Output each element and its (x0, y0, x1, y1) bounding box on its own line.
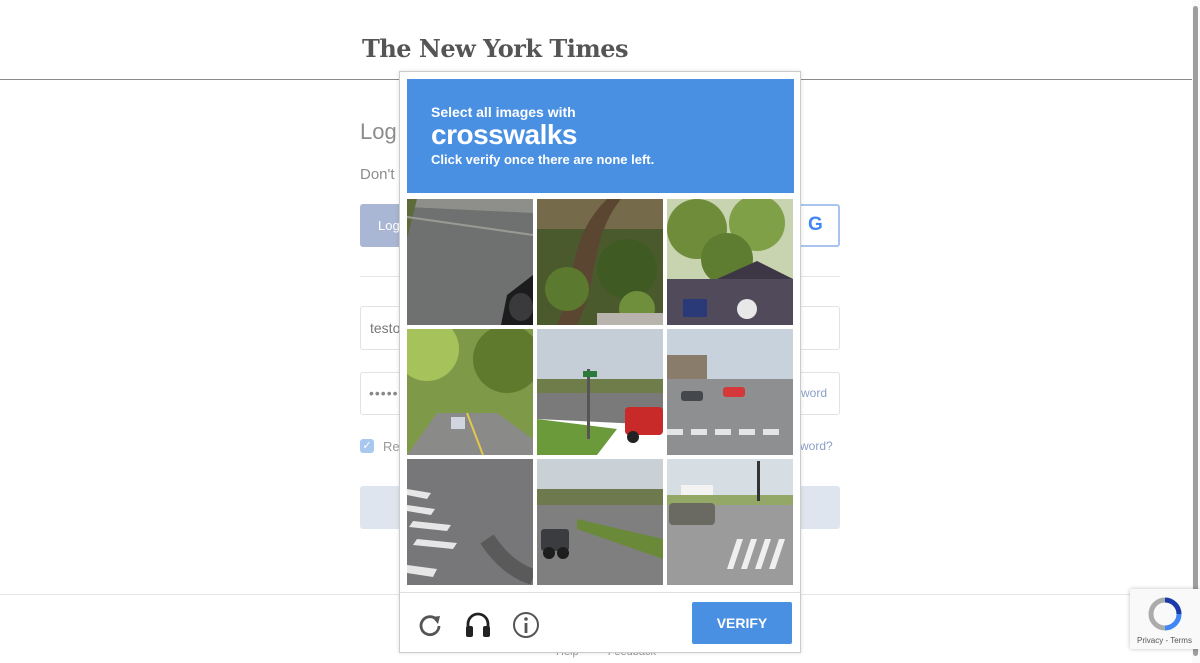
captcha-tile[interactable] (667, 329, 793, 455)
remember-me-label: Re (383, 439, 400, 454)
info-icon[interactable] (512, 611, 540, 639)
captcha-tile[interactable] (537, 459, 663, 585)
captcha-tile[interactable] (537, 199, 663, 325)
nyt-logo[interactable]: The New York Times (362, 34, 629, 63)
privacy-terms-link[interactable]: Privacy - Terms (1137, 636, 1192, 645)
verify-button[interactable]: VERIFY (692, 602, 792, 644)
recaptcha-logo-icon (1148, 597, 1182, 636)
captcha-tile[interactable] (407, 329, 533, 455)
challenge-target: crosswalks (431, 119, 578, 150)
scrollbar-thumb[interactable] (1193, 6, 1198, 656)
remember-me-checkbox[interactable]: ✓ (360, 439, 374, 453)
captcha-controls: VERIFY (400, 592, 800, 653)
sub-instruction: Click verify once there are none left. (431, 152, 655, 167)
captcha-instructions: Select all images with crosswalks Click … (407, 79, 794, 193)
captcha-challenge-dialog: Select all images with crosswalks Click … (399, 71, 801, 653)
no-account-text: Don't (360, 166, 395, 183)
captcha-tile[interactable] (667, 199, 793, 325)
captcha-tile[interactable] (407, 199, 533, 325)
captcha-tile[interactable] (667, 459, 793, 585)
captcha-tile[interactable] (407, 459, 533, 585)
show-password-link[interactable]: word (801, 386, 827, 400)
login-title: Log (360, 119, 397, 144)
captcha-tile[interactable] (537, 329, 663, 455)
headphones-icon[interactable] (464, 611, 492, 639)
instruction-line: Select all images with (431, 104, 576, 120)
page: The New York Times Log Don't Log G testo… (0, 0, 1200, 663)
google-icon: G (808, 214, 823, 235)
masthead: The New York Times (0, 0, 1200, 80)
recaptcha-badge[interactable]: Privacy - Terms (1130, 589, 1200, 649)
reload-icon[interactable] (416, 611, 444, 639)
scrollbar[interactable] (1192, 0, 1200, 663)
